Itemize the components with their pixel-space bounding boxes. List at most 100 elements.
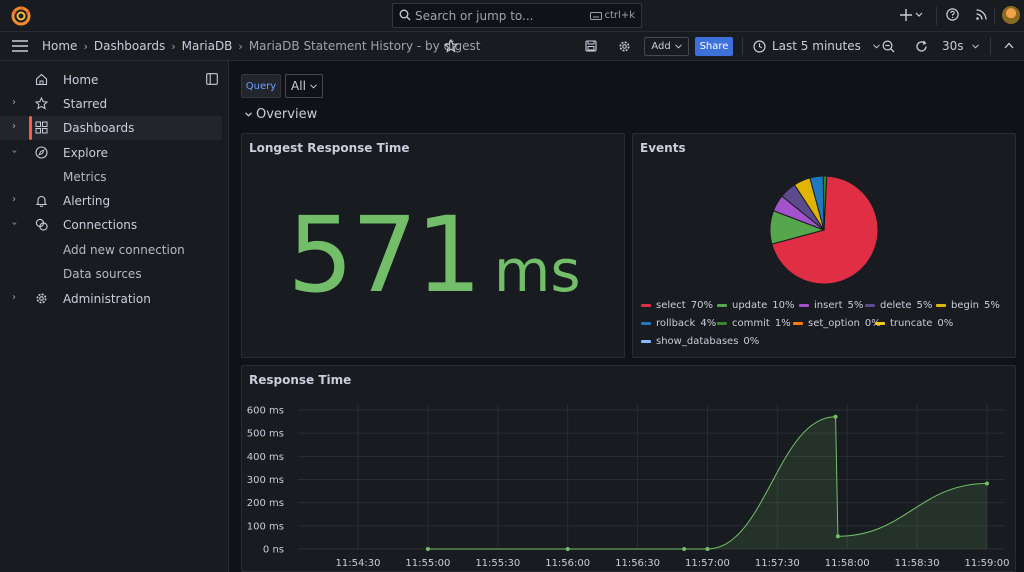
breadcrumb-dashboards[interactable]: Dashboards xyxy=(94,39,165,53)
gear-icon xyxy=(36,293,47,304)
legend-item-set_option[interactable]: set_option 0% xyxy=(793,318,881,329)
search-shortcut-label: ctrl+k xyxy=(604,10,635,21)
x-tick-label: 11:58:30 xyxy=(895,558,940,569)
variable-query-select[interactable]: All xyxy=(285,74,323,98)
add-button-label: Add xyxy=(651,41,671,52)
star-icon[interactable] xyxy=(444,39,458,53)
chevron-down-icon[interactable]: › xyxy=(9,219,20,229)
dashboard-body: Query All Overview Longest Response Time… xyxy=(229,61,1024,572)
legend-swatch xyxy=(875,322,885,325)
gear-icon[interactable] xyxy=(618,40,631,53)
refresh-picker[interactable]: 30s xyxy=(915,39,979,53)
legend-percent: 70% xyxy=(690,300,713,311)
chevron-right-icon: › xyxy=(171,39,176,53)
legend-item-truncate[interactable]: truncate 0% xyxy=(875,318,953,329)
sidebar-item-data-sources[interactable]: Data sources xyxy=(0,262,222,286)
sidebar-item-explore[interactable]: › Explore xyxy=(0,141,222,165)
legend-swatch xyxy=(717,304,727,307)
variable-query-label: Query xyxy=(241,74,281,98)
y-tick-label: 500 ms xyxy=(247,429,284,440)
legend-item-select[interactable]: select 70% xyxy=(641,300,713,311)
sidebar-item-label: Administration xyxy=(63,292,151,306)
data-point[interactable] xyxy=(833,414,838,419)
x-tick-label: 11:57:30 xyxy=(755,558,800,569)
chevron-down-icon xyxy=(872,43,880,49)
data-point[interactable] xyxy=(985,481,989,486)
home-icon xyxy=(35,73,48,86)
sidebar-item-administration[interactable]: › Administration xyxy=(0,287,222,311)
row-overview-toggle[interactable]: Overview xyxy=(245,107,317,122)
top-bar: Search or jump to... ctrl+k xyxy=(0,0,1024,32)
legend-item-insert[interactable]: insert 5% xyxy=(799,300,863,311)
sidebar-item-label: Data sources xyxy=(63,267,142,281)
legend-label: select xyxy=(656,300,686,311)
data-point[interactable] xyxy=(425,547,430,551)
breadcrumb-folder[interactable]: MariaDB xyxy=(182,39,233,53)
chevron-down-icon xyxy=(674,44,682,49)
legend-label: commit xyxy=(732,318,770,329)
legend-item-show_databases[interactable]: show_databases 0% xyxy=(641,336,759,347)
sidebar-item-label: Add new connection xyxy=(63,243,185,257)
share-button[interactable]: Share xyxy=(695,37,733,56)
data-point[interactable] xyxy=(682,547,687,551)
chevron-right-icon[interactable]: › xyxy=(9,97,19,108)
sidebar-item-dashboards[interactable]: › Dashboards xyxy=(0,116,222,140)
menu-icon[interactable] xyxy=(12,40,28,52)
sidebar-item-metrics[interactable]: Metrics xyxy=(0,165,222,189)
legend-percent: 1% xyxy=(774,318,791,329)
refresh-interval-label: 30s xyxy=(942,39,964,53)
sidebar-item-label: Dashboards xyxy=(63,121,135,135)
legend-swatch xyxy=(641,322,651,325)
y-tick-label: 100 ms xyxy=(247,521,284,532)
row-title: Overview xyxy=(256,107,318,122)
legend-swatch xyxy=(799,304,809,307)
avatar[interactable] xyxy=(1002,6,1020,24)
zoom-out-icon[interactable] xyxy=(882,40,895,53)
time-range-label: Last 5 minutes xyxy=(772,39,861,53)
legend-percent: 5% xyxy=(983,300,1000,311)
legend-item-delete[interactable]: delete 5% xyxy=(865,300,932,311)
plus-icon[interactable] xyxy=(900,8,924,22)
legend-swatch xyxy=(793,322,803,325)
panel-title: Longest Response Time xyxy=(249,141,410,155)
chevron-right-icon: › xyxy=(238,39,243,53)
chevron-down-icon[interactable]: › xyxy=(9,147,20,157)
sidebar-item-connections[interactable]: › Connections xyxy=(0,213,222,237)
breadcrumb-home[interactable]: Home xyxy=(42,39,77,53)
time-range-picker[interactable]: Last 5 minutes xyxy=(753,39,880,53)
grafana-logo[interactable] xyxy=(10,5,32,27)
panel-events[interactable]: Events select 70% update 10% insert 5% delete 5… xyxy=(632,133,1016,358)
legend-label: rollback xyxy=(656,318,696,329)
legend-label: insert xyxy=(814,300,843,311)
legend-label: begin xyxy=(951,300,979,311)
sidebar-item-starred[interactable]: › Starred xyxy=(0,92,222,116)
legend-item-commit[interactable]: commit 1% xyxy=(717,318,791,329)
legend-swatch xyxy=(641,304,651,307)
search-shortcut: ctrl+k xyxy=(589,10,635,21)
legend-item-begin[interactable]: begin 5% xyxy=(936,300,1000,311)
help-icon[interactable] xyxy=(946,8,959,21)
legend-item-rollback[interactable]: rollback 4% xyxy=(641,318,716,329)
data-point[interactable] xyxy=(835,534,840,539)
panel-longest-response-time[interactable]: Longest Response Time 571 ms xyxy=(241,133,625,358)
chevron-right-icon[interactable]: › xyxy=(9,194,19,205)
chevron-right-icon[interactable]: › xyxy=(9,121,19,132)
panel-response-time[interactable]: Response Time 0 ns 100 ms 200 ms 300 ms 400 … xyxy=(241,365,1016,572)
sidebar-item-alerting[interactable]: › Alerting xyxy=(0,189,222,213)
sidebar-item-label: Alerting xyxy=(63,194,111,208)
x-tick-label: 11:57:00 xyxy=(685,558,730,569)
x-tick-label: 11:54:30 xyxy=(336,558,381,569)
save-icon[interactable] xyxy=(585,40,597,52)
separator xyxy=(936,7,937,25)
search-input[interactable]: Search or jump to... ctrl+k xyxy=(392,3,642,28)
sidebar-item-add-new-connection[interactable]: Add new connection xyxy=(0,238,222,262)
news-icon[interactable] xyxy=(975,8,988,21)
data-point[interactable] xyxy=(705,547,710,551)
chevron-up-icon[interactable] xyxy=(1004,42,1014,49)
data-point[interactable] xyxy=(565,547,570,551)
add-button[interactable]: Add xyxy=(644,37,689,56)
chevron-right-icon[interactable]: › xyxy=(9,292,19,303)
sidebar-item-home[interactable]: Home xyxy=(0,68,222,92)
chevron-down-icon xyxy=(310,83,317,89)
legend-item-update[interactable]: update 10% xyxy=(717,300,794,311)
